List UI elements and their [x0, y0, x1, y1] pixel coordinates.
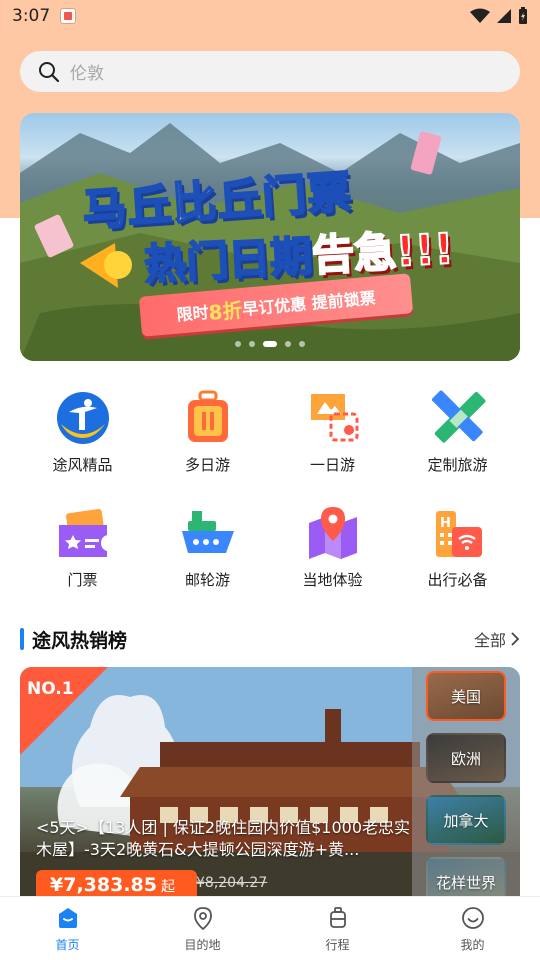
nav-label: 行程 — [325, 938, 350, 952]
category-cruise[interactable]: 邮轮游 — [145, 505, 270, 590]
price-value: ¥7,383.85 — [50, 874, 157, 896]
map-pin-icon — [305, 505, 361, 561]
ribbon-text-c: 早订优惠 提前锁票 — [241, 288, 377, 319]
suitcase-icon — [180, 390, 236, 446]
ribbon-discount: 8折 — [207, 297, 244, 325]
category-label: 门票 — [67, 571, 98, 589]
category-tickets[interactable]: 门票 — [20, 505, 145, 590]
hotel-wifi-icon: H — [430, 505, 486, 561]
flag-ticket-icon — [305, 390, 361, 446]
category-label: 一日游 — [309, 456, 355, 474]
category-local-experience[interactable]: 当地体验 — [270, 505, 395, 590]
luggage-icon — [325, 905, 351, 931]
region-tab-world[interactable]: 花样世界 — [426, 857, 506, 897]
pagination-dot[interactable] — [299, 341, 305, 347]
tufeng-logo-icon — [55, 390, 111, 446]
category-label: 出行必备 — [427, 571, 488, 589]
notification-app-icon — [60, 8, 77, 24]
category-travel-essentials[interactable]: H 出行必备 — [395, 505, 520, 590]
banner-pagination — [20, 341, 520, 347]
category-tufeng-select[interactable]: 途风精品 — [20, 390, 145, 475]
ticket-icon — [55, 505, 111, 561]
region-tabs: 美国 欧洲 加拿大 花样世界 — [412, 667, 520, 897]
chevron-right-icon — [511, 632, 520, 646]
original-price: ¥8,204.27 — [196, 875, 268, 891]
product-title: <5天>【13人团 | 保证2晚住园内价值$1000老忠实木屋】-3天2晚黄石&… — [36, 818, 410, 859]
region-label: 花样世界 — [435, 873, 496, 892]
price-tag: ¥7,383.85 起 — [36, 870, 197, 897]
search-input[interactable]: 伦敦 — [20, 51, 520, 92]
search-icon — [39, 61, 60, 82]
view-all-link[interactable]: 全部 — [474, 627, 520, 651]
section-accent-bar — [20, 628, 24, 650]
region-tab-europe[interactable]: 欧洲 — [426, 733, 506, 783]
category-grid: 途风精品 多日游 一日游 定制旅游 门票 邮轮游 当地体验 H 出行必备 — [20, 390, 520, 590]
status-bar: 3:07 — [0, 0, 540, 32]
ruler-pencil-icon — [430, 390, 486, 446]
status-time: 3:07 — [12, 6, 51, 26]
cruise-ship-icon — [180, 505, 236, 561]
region-tab-usa[interactable]: 美国 — [426, 671, 506, 721]
nav-home[interactable]: 首页 — [0, 897, 135, 960]
nav-label: 首页 — [55, 938, 80, 952]
hot-section-header: 途风热销榜 全部 — [20, 626, 520, 652]
banner-title-hot-dates: 热门日期 — [142, 230, 314, 290]
home-icon — [55, 905, 81, 931]
category-label: 多日游 — [184, 456, 230, 474]
region-label: 美国 — [450, 687, 481, 706]
pagination-dot-active[interactable] — [263, 341, 277, 347]
pagination-dot[interactable] — [235, 341, 241, 347]
category-label: 邮轮游 — [184, 571, 230, 589]
region-label: 加拿大 — [443, 811, 489, 830]
pagination-dot[interactable] — [285, 341, 291, 347]
category-custom-tour[interactable]: 定制旅游 — [395, 390, 520, 475]
view-all-label: 全部 — [473, 631, 506, 650]
location-pin-icon — [190, 905, 216, 931]
nav-profile[interactable]: 我的 — [405, 897, 540, 960]
banner-title-urgent: 告急!!! — [310, 223, 456, 281]
promo-banner[interactable]: 马丘比丘门票 热门日期告急!!! 限时 8折 早订优惠 提前锁票 — [20, 113, 520, 361]
ribbon-text-a: 限时 — [175, 302, 210, 325]
region-label: 欧洲 — [450, 749, 481, 768]
search-placeholder: 伦敦 — [70, 64, 104, 84]
status-icons — [470, 7, 528, 25]
signal-icon — [497, 9, 511, 23]
category-multi-day[interactable]: 多日游 — [145, 390, 270, 475]
category-label: 定制旅游 — [427, 456, 488, 474]
price-suffix: 起 — [160, 879, 175, 895]
category-label: 当地体验 — [302, 571, 363, 589]
nav-itinerary[interactable]: 行程 — [270, 897, 405, 960]
wifi-icon — [470, 8, 490, 23]
nav-label: 目的地 — [184, 938, 221, 952]
pagination-dot[interactable] — [249, 341, 255, 347]
smiley-icon — [460, 905, 486, 931]
battery-icon — [519, 7, 527, 24]
nav-label: 我的 — [460, 938, 485, 952]
bottom-navigation: 首页 目的地 行程 我的 — [0, 896, 540, 960]
svg-text:H: H — [440, 516, 451, 531]
nav-destinations[interactable]: 目的地 — [135, 897, 270, 960]
region-tab-canada[interactable]: 加拿大 — [426, 795, 506, 845]
hot-product-card[interactable]: NO.1 <5天>【13人团 | 保证2晚住园内价值$1000老忠实木屋】-3天… — [20, 667, 520, 897]
category-label: 途风精品 — [52, 456, 113, 474]
rank-label: NO.1 — [27, 679, 74, 699]
category-day-trip[interactable]: 一日游 — [270, 390, 395, 475]
section-title: 途风热销榜 — [32, 629, 128, 652]
